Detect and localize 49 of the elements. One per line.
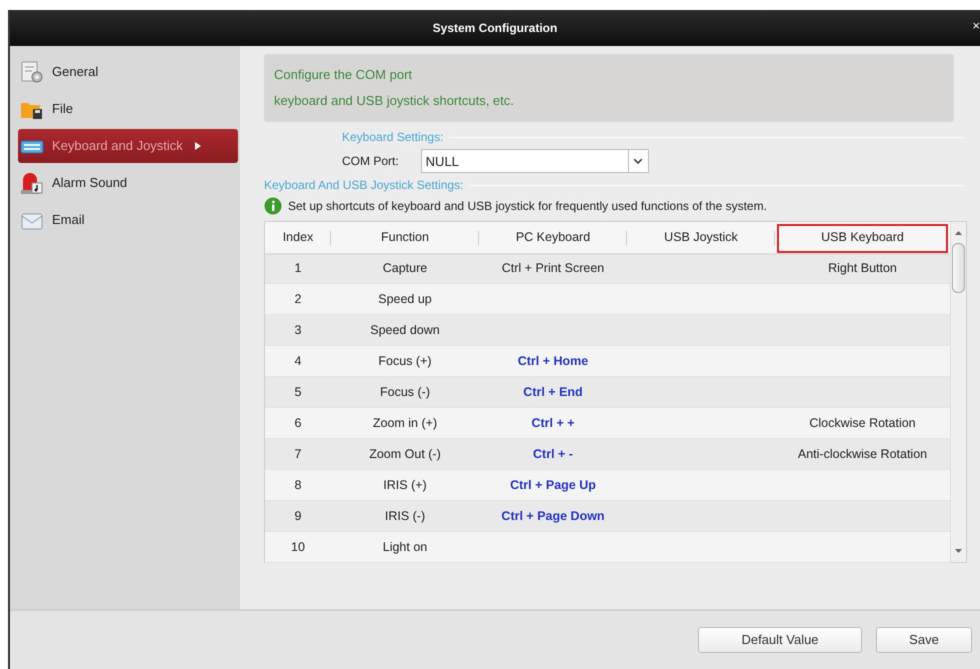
caret-icon (634, 158, 642, 164)
sidebar-label: General (52, 63, 98, 82)
table-cell: 10 (265, 532, 331, 563)
table-cell: 9 (265, 501, 331, 532)
table-cell: Light on (331, 532, 479, 563)
scrollbar-thumb[interactable] (952, 243, 965, 293)
table-cell: Capture (331, 253, 479, 284)
table-cell: 5 (265, 377, 331, 408)
table-cell: IRIS (-) (331, 501, 479, 532)
description-text: keyboard and USB joystick shortcuts, etc. (274, 92, 515, 110)
table-cell: 7 (265, 439, 331, 470)
table-cell: Anti-clockwise Rotation (775, 439, 950, 470)
table-cell: Zoom Out (-) (331, 439, 479, 470)
com-port-dropdown[interactable]: NULL (420, 149, 649, 173)
section-legend: Keyboard Settings: (342, 128, 444, 146)
sidebar-item[interactable]: Keyboard and Joystick (18, 129, 238, 163)
alarm-light-icon (20, 171, 44, 195)
table-cell: Focus (-) (331, 377, 479, 408)
sidebar-label: Keyboard and Joystick (52, 137, 183, 156)
arrow-icon (194, 142, 201, 150)
sidebar-item[interactable]: Email (18, 203, 238, 237)
sidebar-label: Email (52, 211, 85, 230)
scroll-down-arrow-icon[interactable] (955, 549, 962, 554)
table-cell: Ctrl + Print Screen (479, 253, 627, 284)
table-cell: 3 (265, 315, 331, 346)
info-icon (264, 197, 282, 215)
scroll-up-arrow-icon[interactable] (955, 230, 962, 235)
sidebar-label: Alarm Sound (52, 174, 128, 192)
table-cell: Ctrl + - (479, 439, 627, 470)
table-cell: Ctrl + Page Down (479, 501, 627, 532)
table-cell: Speed down (331, 315, 479, 346)
document-gear-icon (20, 60, 44, 84)
hint-text: Set up shortcuts of keyboard and USB joystick for frequently used functions of the system. (288, 198, 767, 215)
section-legend: Keyboard And USB Joystick Settings: (264, 176, 464, 194)
footer-button[interactable]: Default Value (698, 627, 862, 653)
description-text: Configure the COM port (274, 66, 414, 84)
sidebar-item[interactable]: Alarm Sound (18, 166, 238, 200)
column-header[interactable]: USB Keyboard (775, 222, 950, 255)
table-cell: Right Button (775, 253, 950, 284)
sidebar-item[interactable]: File (18, 92, 238, 126)
window-title: System Configuration (432, 20, 558, 37)
table-cell: Ctrl + End (479, 377, 627, 408)
com-port-label: COM Port: (342, 153, 399, 170)
close-button[interactable]: × (972, 19, 980, 32)
sidebar-label: File (52, 100, 73, 118)
table-cell: 1 (265, 253, 331, 284)
footer-button[interactable]: Save (876, 627, 972, 653)
sidebar-item[interactable]: General (18, 55, 238, 89)
scrollbar[interactable] (950, 222, 966, 562)
